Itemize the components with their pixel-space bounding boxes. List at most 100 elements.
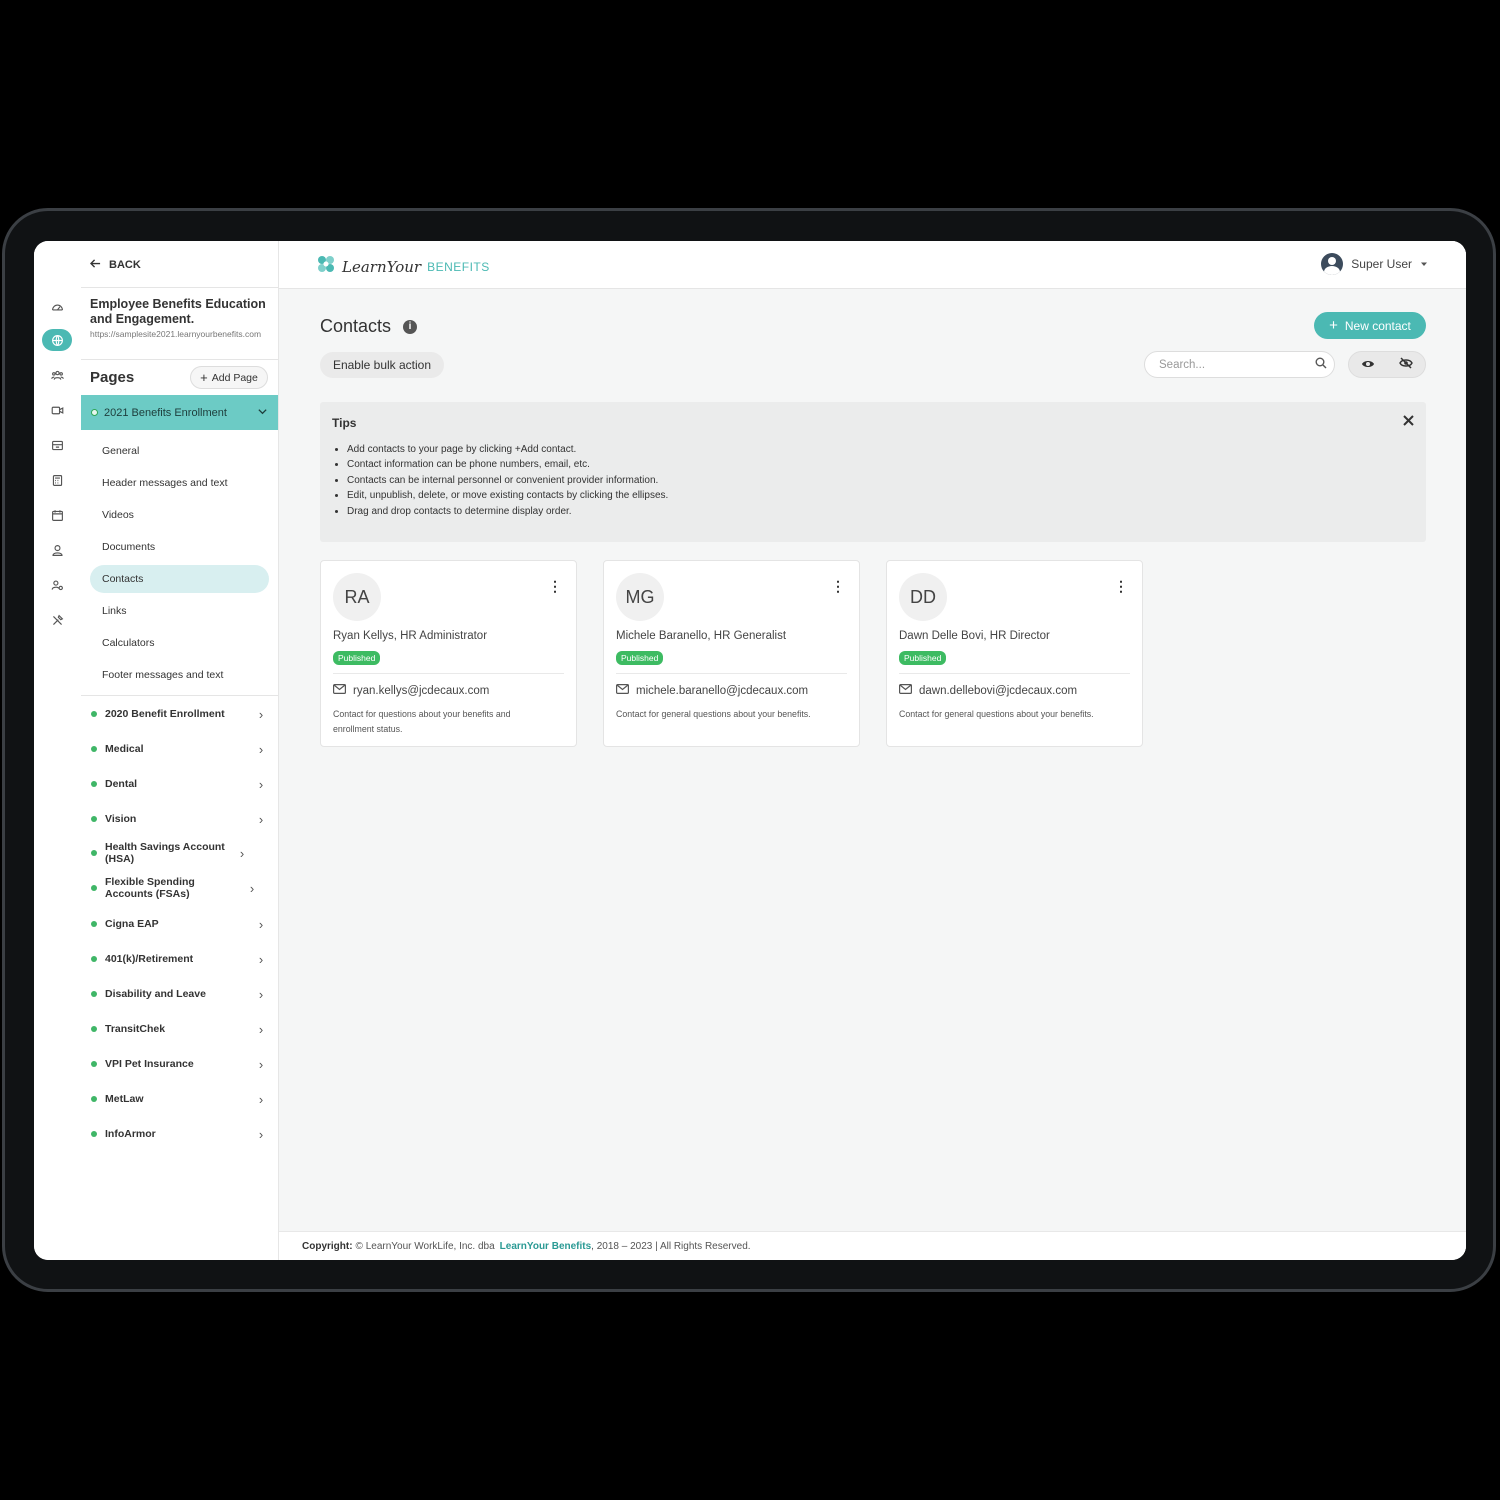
calculator-icon[interactable] — [45, 468, 69, 492]
divider — [333, 673, 564, 674]
inbox-icon[interactable] — [45, 433, 69, 457]
status-badge: Published — [616, 651, 664, 665]
footer-brand-link[interactable]: LearnYour Benefits — [500, 1241, 592, 1252]
back-button[interactable]: BACK — [89, 258, 141, 272]
contact-name: Ryan Kellys, HR Administrator — [333, 630, 488, 642]
show-published-toggle[interactable] — [1349, 352, 1387, 377]
page-item-label: 2020 Benefit Enrollment — [105, 708, 225, 720]
contact-avatar: RA — [333, 573, 381, 621]
user-menu[interactable]: Super User — [1321, 253, 1428, 275]
chevron-right-icon[interactable]: › — [254, 952, 268, 967]
chevron-right-icon[interactable]: › — [254, 777, 268, 792]
dashboard-icon[interactable] — [45, 295, 69, 319]
video-icon[interactable] — [45, 398, 69, 422]
chevron-right-icon[interactable]: › — [254, 1057, 268, 1072]
eye-icon — [1361, 356, 1375, 374]
chevron-right-icon[interactable]: › — [254, 987, 268, 1002]
page-item-label: InfoArmor — [105, 1128, 156, 1140]
page-title-text: Contacts — [320, 316, 392, 336]
tools-icon[interactable] — [45, 608, 69, 632]
info-icon[interactable]: i — [403, 319, 418, 334]
page-item[interactable]: Flexible Spending Accounts (FSAs) › — [81, 874, 278, 902]
search-icon[interactable] — [1315, 356, 1327, 374]
page-item[interactable]: MetLaw › — [81, 1088, 278, 1110]
users-icon[interactable] — [45, 363, 69, 387]
chevron-right-icon[interactable]: › — [254, 742, 268, 757]
main-content: LearnYour BENEFITS Super User Contacts i… — [279, 241, 1466, 1260]
status-dot — [91, 1026, 97, 1032]
contact-description: Contact for general questions about your… — [616, 709, 811, 719]
contact-email[interactable]: ryan.kellys@jcdecaux.com — [333, 684, 489, 697]
user-settings-icon[interactable] — [45, 573, 69, 597]
page-item[interactable]: 401(k)/Retirement › — [81, 948, 278, 970]
page-item[interactable]: TransitChek › — [81, 1018, 278, 1040]
eye-slash-icon — [1399, 356, 1413, 374]
show-hidden-toggle[interactable] — [1387, 352, 1425, 377]
page-item-label: TransitChek — [105, 1023, 166, 1035]
new-contact-button[interactable]: + New contact — [1314, 312, 1426, 339]
contact-email[interactable]: michele.baranello@jcdecaux.com — [616, 684, 808, 697]
contact-email[interactable]: dawn.dellebovi@jcdecaux.com — [899, 684, 1077, 697]
add-page-button[interactable]: + Add Page — [190, 366, 268, 389]
sub-item-links[interactable]: Links — [90, 597, 269, 625]
page-item[interactable]: Disability and Leave › — [81, 983, 278, 1005]
more-options-icon[interactable]: ⋮ — [1114, 579, 1128, 593]
site-url[interactable]: https://samplesite2021.learnyourbenefits… — [90, 329, 270, 339]
contact-card[interactable]: DD ⋮ Dawn Delle Bovi, HR Director Publis… — [886, 560, 1143, 747]
icon-rail — [34, 241, 82, 1260]
sub-item-general[interactable]: General — [90, 437, 269, 465]
chevron-right-icon[interactable]: › — [235, 846, 249, 861]
page-item[interactable]: Health Savings Account (HSA) › — [81, 839, 278, 867]
logo-brand: BENEFITS — [427, 259, 490, 274]
status-dot — [91, 991, 97, 997]
more-options-icon[interactable]: ⋮ — [831, 579, 845, 593]
back-label: BACK — [109, 259, 141, 271]
sub-item-header-messages[interactable]: Header messages and text — [90, 469, 269, 497]
enable-bulk-action-button[interactable]: Enable bulk action — [320, 352, 444, 378]
chevron-right-icon[interactable]: › — [254, 1092, 268, 1107]
pages-heading: Pages — [90, 369, 135, 386]
sub-item-calculators[interactable]: Calculators — [90, 629, 269, 657]
status-dot — [91, 885, 97, 891]
add-page-label: Add Page — [211, 371, 258, 384]
chevron-right-icon[interactable]: › — [254, 812, 268, 827]
search-input[interactable] — [1157, 357, 1315, 372]
caret-down-icon — [1420, 257, 1428, 271]
page-item[interactable]: 2020 Benefit Enrollment › — [81, 703, 278, 725]
chevron-right-icon[interactable]: › — [254, 707, 268, 722]
logo[interactable]: LearnYour BENEFITS — [316, 254, 490, 279]
sub-item-documents[interactable]: Documents — [90, 533, 269, 561]
status-dot — [91, 746, 97, 752]
chevron-right-icon[interactable]: › — [245, 881, 259, 896]
chevron-right-icon[interactable]: › — [254, 1127, 268, 1142]
tips-list: Add contacts to your page by clicking +A… — [332, 442, 668, 519]
plus-icon: + — [1329, 317, 1338, 334]
page-item[interactable]: InfoArmor › — [81, 1123, 278, 1145]
tip-item: Edit, unpublish, delete, or move existin… — [347, 488, 668, 503]
chevron-down-icon[interactable] — [257, 406, 268, 420]
more-options-icon[interactable]: ⋮ — [548, 579, 562, 593]
contact-avatar: MG — [616, 573, 664, 621]
active-page-item[interactable]: 2021 Benefits Enrollment — [81, 395, 278, 430]
contact-card[interactable]: MG ⋮ Michele Baranello, HR Generalist Pu… — [603, 560, 860, 747]
calendar-icon[interactable] — [45, 503, 69, 527]
divider — [899, 673, 1130, 674]
user-icon[interactable] — [45, 538, 69, 562]
page-item[interactable]: Cigna EAP › — [81, 913, 278, 935]
page-item[interactable]: Dental › — [81, 773, 278, 795]
page-item[interactable]: Medical › — [81, 738, 278, 760]
pages-panel: BACK Employee Benefits Education and Eng… — [81, 241, 279, 1260]
globe-icon[interactable] — [42, 329, 72, 351]
sub-item-footer-messages[interactable]: Footer messages and text — [90, 661, 269, 689]
sub-item-videos[interactable]: Videos — [90, 501, 269, 529]
page-item-label: Flexible Spending Accounts (FSAs) — [105, 876, 195, 900]
contact-card[interactable]: RA ⋮ Ryan Kellys, HR Administrator Publi… — [320, 560, 577, 747]
status-dot — [91, 1131, 97, 1137]
tip-item: Contact information can be phone numbers… — [347, 457, 668, 472]
page-item[interactable]: VPI Pet Insurance › — [81, 1053, 278, 1075]
chevron-right-icon[interactable]: › — [254, 917, 268, 932]
sub-item-contacts[interactable]: Contacts — [90, 565, 269, 593]
page-item[interactable]: Vision › — [81, 808, 278, 830]
close-icon[interactable] — [1403, 413, 1414, 431]
chevron-right-icon[interactable]: › — [254, 1022, 268, 1037]
